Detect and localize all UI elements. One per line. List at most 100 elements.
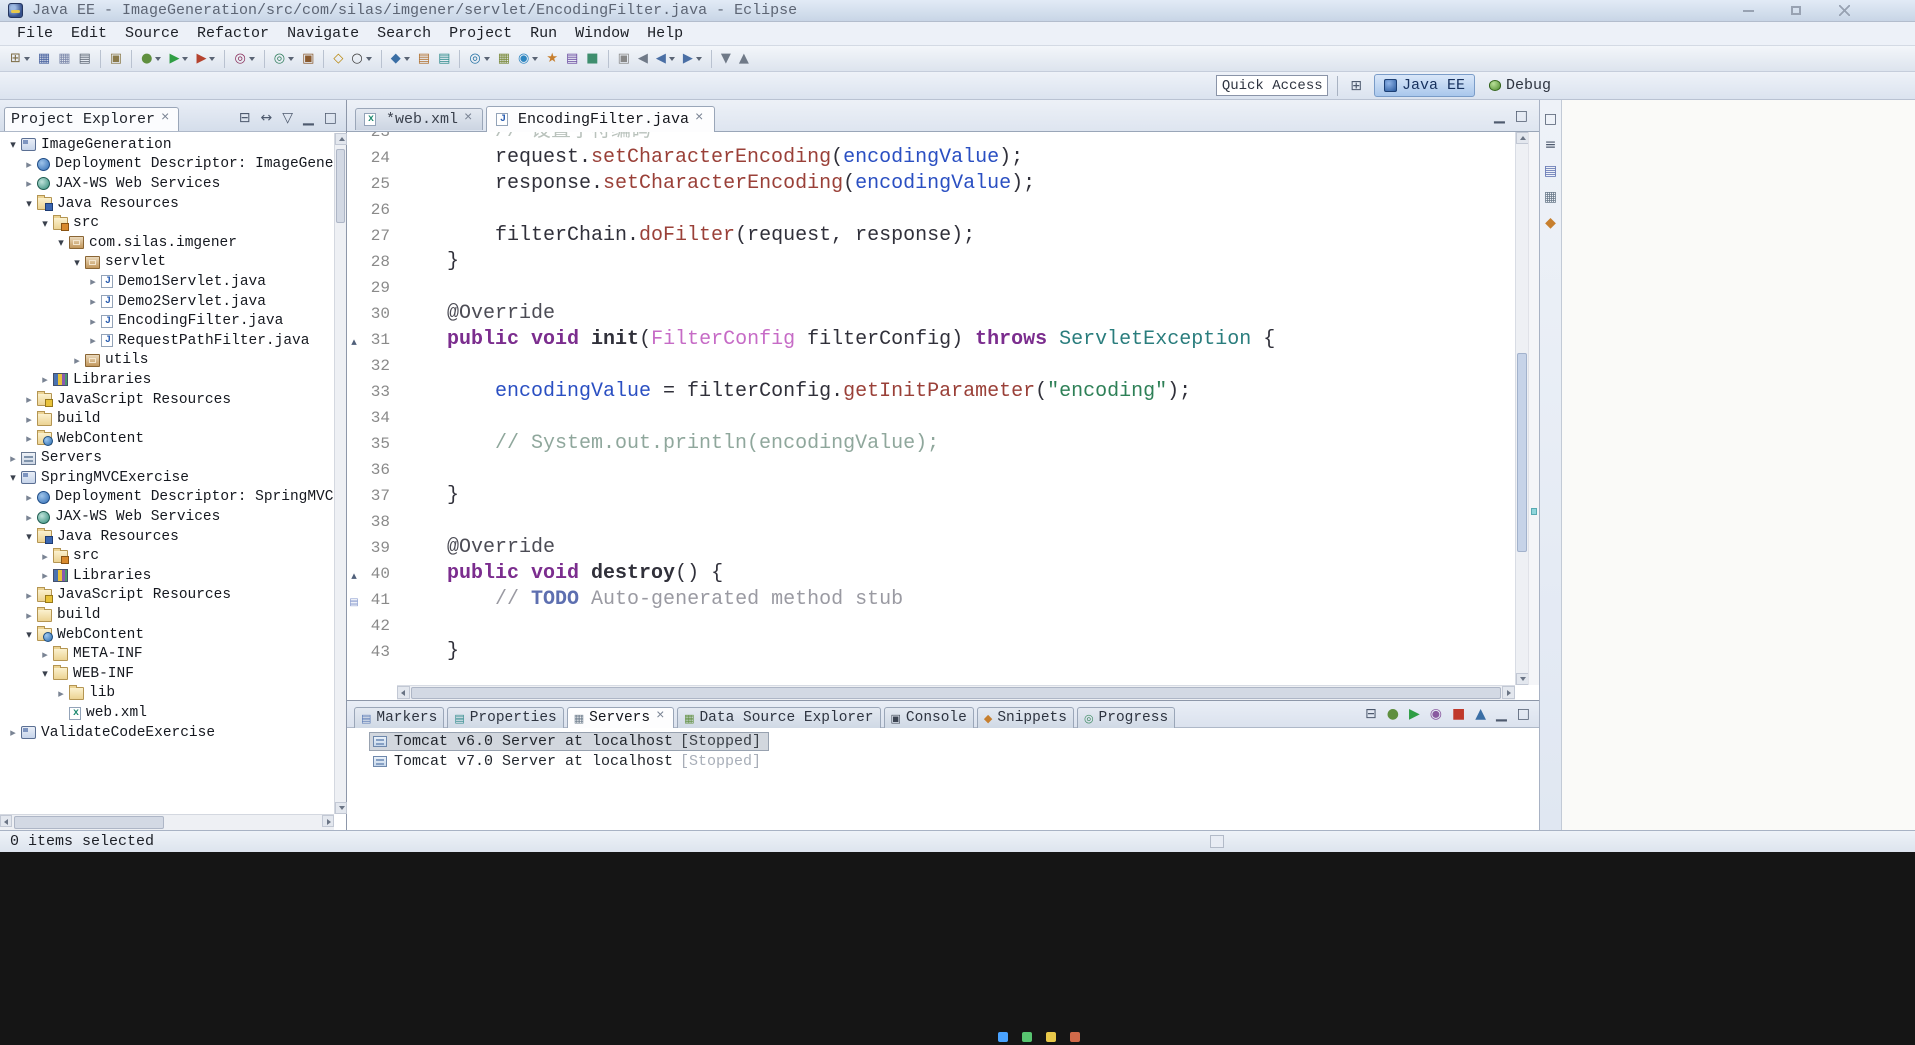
collapse-all-icon[interactable]: ⊟ (236, 109, 254, 127)
tree-collapsed-arrow-icon[interactable] (54, 687, 68, 700)
back-icon[interactable]: ◀ (653, 48, 678, 70)
server-row[interactable]: Tomcat v7.0 Server at localhost [Stopped] (347, 751, 1539, 771)
menu-project[interactable]: Project (440, 23, 521, 44)
tree-item-jax-ws-web-services[interactable]: JAX-WS Web Services (0, 507, 334, 527)
scroll-right-icon[interactable] (322, 815, 334, 827)
editor-horizontal-scrollbar[interactable] (397, 685, 1515, 700)
tree-item-demo1servlet-java[interactable]: Demo1Servlet.java (0, 272, 334, 292)
perspective-java-ee[interactable]: Java EE (1373, 74, 1475, 97)
new-java-class-icon[interactable]: ◎ (271, 48, 297, 70)
quick-access[interactable]: Quick Access (1216, 75, 1329, 96)
tree-item-com-silas-imgener[interactable]: com.silas.imgener (0, 233, 334, 253)
scroll-left-icon[interactable] (0, 815, 12, 827)
close-view-icon[interactable] (160, 110, 172, 126)
restore-views-icon[interactable]: □ (1541, 110, 1560, 128)
tab-progress[interactable]: ◎ Progress (1076, 707, 1176, 728)
tree-collapsed-arrow-icon[interactable] (22, 177, 36, 190)
maximize-view-icon[interactable]: □ (1514, 705, 1533, 723)
tab-data-source-explorer[interactable]: ▦ Data Source Explorer (677, 707, 881, 728)
tab-properties[interactable]: ▤ Properties (447, 707, 564, 728)
save-icon[interactable]: ▦ (35, 48, 53, 70)
tree-item-utils[interactable]: utils (0, 351, 334, 371)
tree-collapsed-arrow-icon[interactable] (6, 726, 20, 739)
tree-expanded-arrow-icon[interactable] (38, 217, 52, 230)
view-menu-icon[interactable]: ▽ (279, 109, 296, 127)
outline-view-icon[interactable]: ≡ (1542, 136, 1560, 154)
editor-vertical-scrollbar[interactable] (1515, 132, 1529, 685)
stop-server-icon[interactable]: ■ (1449, 705, 1468, 723)
tree-collapsed-arrow-icon[interactable] (22, 158, 36, 171)
tree-item-jax-ws-web-services[interactable]: JAX-WS Web Services (0, 174, 334, 194)
scroll-right-icon[interactable] (1502, 686, 1515, 699)
close-tab-icon[interactable] (694, 110, 706, 126)
new-java-package-icon[interactable]: ▣ (299, 48, 317, 70)
tree-collapsed-arrow-icon[interactable] (86, 295, 100, 308)
collapse-all-icon[interactable]: ⊟ (1362, 705, 1380, 723)
tab-snippets[interactable]: ◆ Snippets (976, 707, 1074, 728)
next-annotation-icon[interactable]: ▼ (718, 48, 734, 70)
minimize-view-icon[interactable]: ▁ (300, 109, 317, 127)
tree-collapsed-arrow-icon[interactable] (22, 393, 36, 406)
ant-icon[interactable]: ★ (543, 48, 561, 70)
new-xml-icon[interactable]: ▤ (435, 48, 453, 70)
javadoc-icon[interactable]: ▤ (563, 48, 581, 70)
minimize-button[interactable] (1735, 5, 1761, 17)
tree-item-java-resources[interactable]: Java Resources (0, 527, 334, 547)
tree-item-webcontent[interactable]: WebContent (0, 625, 334, 645)
tree-item-servlet[interactable]: servlet (0, 253, 334, 273)
maximize-view-icon[interactable]: □ (321, 109, 340, 127)
scroll-left-icon[interactable] (397, 686, 410, 699)
new-servlet-icon[interactable]: ◆ (388, 48, 413, 70)
code-editor[interactable]: 23 // 设置字符编码24 request.setCharacterEncod… (347, 132, 1539, 685)
tree-item-build[interactable]: build (0, 605, 334, 625)
explorer-vertical-scrollbar[interactable] (334, 133, 347, 814)
menu-help[interactable]: Help (638, 23, 692, 44)
menu-edit[interactable]: Edit (62, 23, 116, 44)
tree-collapsed-arrow-icon[interactable] (86, 315, 100, 328)
print-icon[interactable]: ▤ (76, 48, 94, 70)
link-with-editor-icon[interactable]: ↔ (257, 109, 275, 127)
tree-collapsed-arrow-icon[interactable] (22, 511, 36, 524)
tree-item-lib[interactable]: lib (0, 684, 334, 704)
tree-item-src[interactable]: src (0, 213, 334, 233)
tree-collapsed-arrow-icon[interactable] (38, 648, 52, 661)
tree-collapsed-arrow-icon[interactable] (38, 373, 52, 386)
perspective-debug[interactable]: Debug (1479, 74, 1561, 97)
tree-item-java-resources[interactable]: Java Resources (0, 194, 334, 214)
tree-collapsed-arrow-icon[interactable] (86, 334, 100, 347)
minimize-editor-icon[interactable]: ▁ (1491, 107, 1508, 125)
mark-occurrences-icon[interactable]: ▣ (615, 48, 633, 70)
close-tab-icon[interactable] (655, 708, 667, 724)
tree-item-meta-inf[interactable]: META-INF (0, 644, 334, 664)
menu-refactor[interactable]: Refactor (188, 23, 278, 44)
scroll-up-icon[interactable] (335, 133, 347, 145)
tab-console[interactable]: ▣ Console (883, 707, 974, 728)
scrollbar-thumb[interactable] (14, 816, 164, 829)
tree-item-encodingfilter-java[interactable]: EncodingFilter.java (0, 311, 334, 331)
start-server-icon[interactable]: ▶ (1406, 705, 1423, 723)
menu-run[interactable]: Run (521, 23, 566, 44)
menu-file[interactable]: File (8, 23, 62, 44)
snippets-view-icon[interactable]: ◆ (1542, 214, 1559, 232)
tree-item-imagegeneration[interactable]: ImageGeneration (0, 135, 334, 155)
junit-icon[interactable]: ■ (583, 48, 601, 70)
tree-item-deployment-descriptor-springmvc[interactable]: Deployment Descriptor: SpringMVC (0, 488, 334, 508)
tree-collapsed-arrow-icon[interactable] (22, 413, 36, 426)
previous-annotation-icon[interactable]: ▲ (736, 48, 752, 70)
tree-collapsed-arrow-icon[interactable] (6, 452, 20, 465)
scrollbar-thumb[interactable] (1517, 353, 1527, 553)
tree-expanded-arrow-icon[interactable] (6, 471, 20, 484)
close-button[interactable] (1831, 5, 1857, 17)
external-tools-icon[interactable]: ▶ (193, 48, 218, 70)
maximize-button[interactable] (1783, 5, 1809, 17)
tree-collapsed-arrow-icon[interactable] (86, 275, 100, 288)
server-row[interactable]: Tomcat v6.0 Server at localhost [Stopped] (347, 731, 1539, 751)
tab-project-explorer[interactable]: Project Explorer (4, 107, 180, 131)
forward-icon[interactable]: ▶ (680, 48, 705, 70)
scrollbar-thumb[interactable] (411, 687, 1501, 699)
tree-collapsed-arrow-icon[interactable] (38, 550, 52, 563)
run-icon[interactable]: ▶ (166, 48, 191, 70)
scrollbar-thumb[interactable] (336, 149, 345, 223)
explorer-horizontal-scrollbar[interactable] (0, 814, 334, 830)
minimize-view-icon[interactable]: ▁ (1493, 705, 1510, 723)
